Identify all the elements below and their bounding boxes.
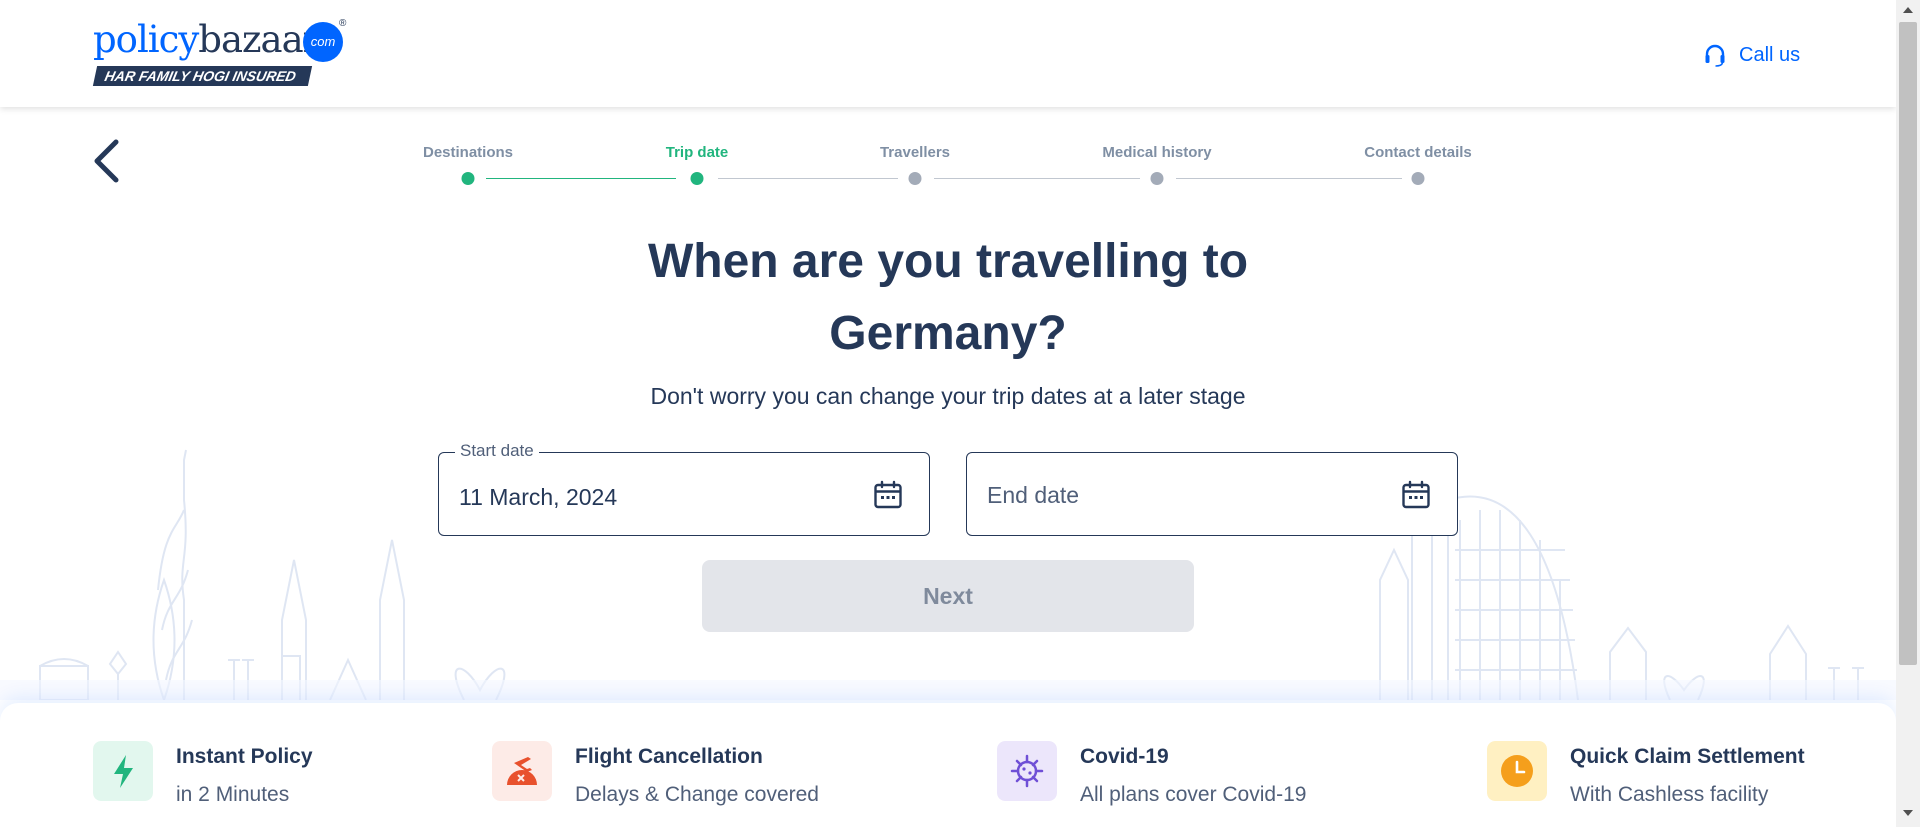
step-travellers-dot bbox=[908, 172, 922, 185]
page-title: When are you travelling to Germany? bbox=[647, 235, 1249, 360]
step-connector bbox=[1176, 178, 1402, 179]
step-trip-date-label: Trip date bbox=[665, 144, 729, 161]
calendar-icon[interactable] bbox=[873, 480, 903, 510]
call-us-label: Call us bbox=[1739, 43, 1801, 66]
progress-stepper: Destinations Trip date Travellers Medica… bbox=[400, 144, 1500, 194]
benefit-title: Flight Cancellation bbox=[575, 745, 763, 768]
start-date-value: 11 March, 2024 bbox=[459, 484, 618, 510]
step-contact-details-label: Contact details bbox=[1364, 144, 1472, 161]
clock-icon bbox=[1487, 741, 1547, 801]
benefits-strip: Instant Policy in 2 Minutes Flight Cance… bbox=[0, 703, 1896, 827]
step-trip-date-dot bbox=[690, 172, 704, 185]
call-us-button[interactable]: Call us bbox=[1703, 40, 1800, 70]
benefit-title: Quick Claim Settlement bbox=[1570, 745, 1805, 768]
step-medical-history-dot bbox=[1150, 172, 1164, 185]
flight-cancel-icon bbox=[492, 741, 552, 801]
scroll-up-arrow-icon[interactable] bbox=[1903, 7, 1913, 13]
headset-icon bbox=[1705, 44, 1725, 67]
end-date-placeholder: End date bbox=[987, 482, 1080, 508]
step-connector bbox=[934, 178, 1140, 179]
step-destinations-dot bbox=[461, 172, 475, 185]
header: policybazaar com ® HAR FAMILY HOGI INSUR… bbox=[0, 0, 1896, 107]
benefit-title: Covid-19 bbox=[1080, 745, 1169, 768]
step-connector bbox=[486, 178, 676, 179]
benefit-subtitle: Delays & Change covered bbox=[575, 783, 819, 806]
logo-registered-mark: ® bbox=[339, 18, 347, 29]
logo-com-badge: com bbox=[303, 22, 343, 62]
step-travellers-label: Travellers bbox=[879, 144, 951, 161]
benefit-subtitle: With Cashless facility bbox=[1570, 783, 1769, 806]
page-subtitle: Don't worry you can change your trip dat… bbox=[650, 383, 1246, 409]
logo-tagline: HAR FAMILY HOGI INSURED bbox=[92, 66, 312, 86]
scrollbar-thumb[interactable] bbox=[1899, 22, 1917, 665]
start-date-field[interactable]: Start date 11 March, 2024 bbox=[438, 441, 930, 536]
lightning-icon bbox=[93, 741, 153, 801]
benefit-title: Instant Policy bbox=[176, 745, 313, 768]
step-destinations-label[interactable]: Destinations bbox=[423, 144, 513, 161]
back-chevron-icon[interactable] bbox=[90, 138, 124, 184]
benefit-subtitle: in 2 Minutes bbox=[176, 783, 290, 806]
calendar-icon[interactable] bbox=[1401, 480, 1431, 510]
policybazaar-logo[interactable]: policybazaar com ® HAR FAMILY HOGI INSUR… bbox=[92, 18, 353, 90]
virus-icon bbox=[997, 741, 1057, 801]
next-button[interactable]: Next bbox=[702, 560, 1194, 632]
logo-wordmark: policybazaar bbox=[93, 18, 320, 61]
scroll-down-arrow-icon[interactable] bbox=[1903, 810, 1913, 816]
vertical-scrollbar[interactable] bbox=[1896, 0, 1920, 827]
step-connector bbox=[718, 178, 898, 179]
start-date-label: Start date bbox=[455, 441, 539, 461]
benefit-subtitle: All plans cover Covid-19 bbox=[1080, 783, 1307, 806]
end-date-field[interactable]: End date bbox=[966, 452, 1458, 536]
step-contact-details-dot bbox=[1411, 172, 1425, 185]
step-medical-history-label: Medical history bbox=[1102, 144, 1212, 161]
